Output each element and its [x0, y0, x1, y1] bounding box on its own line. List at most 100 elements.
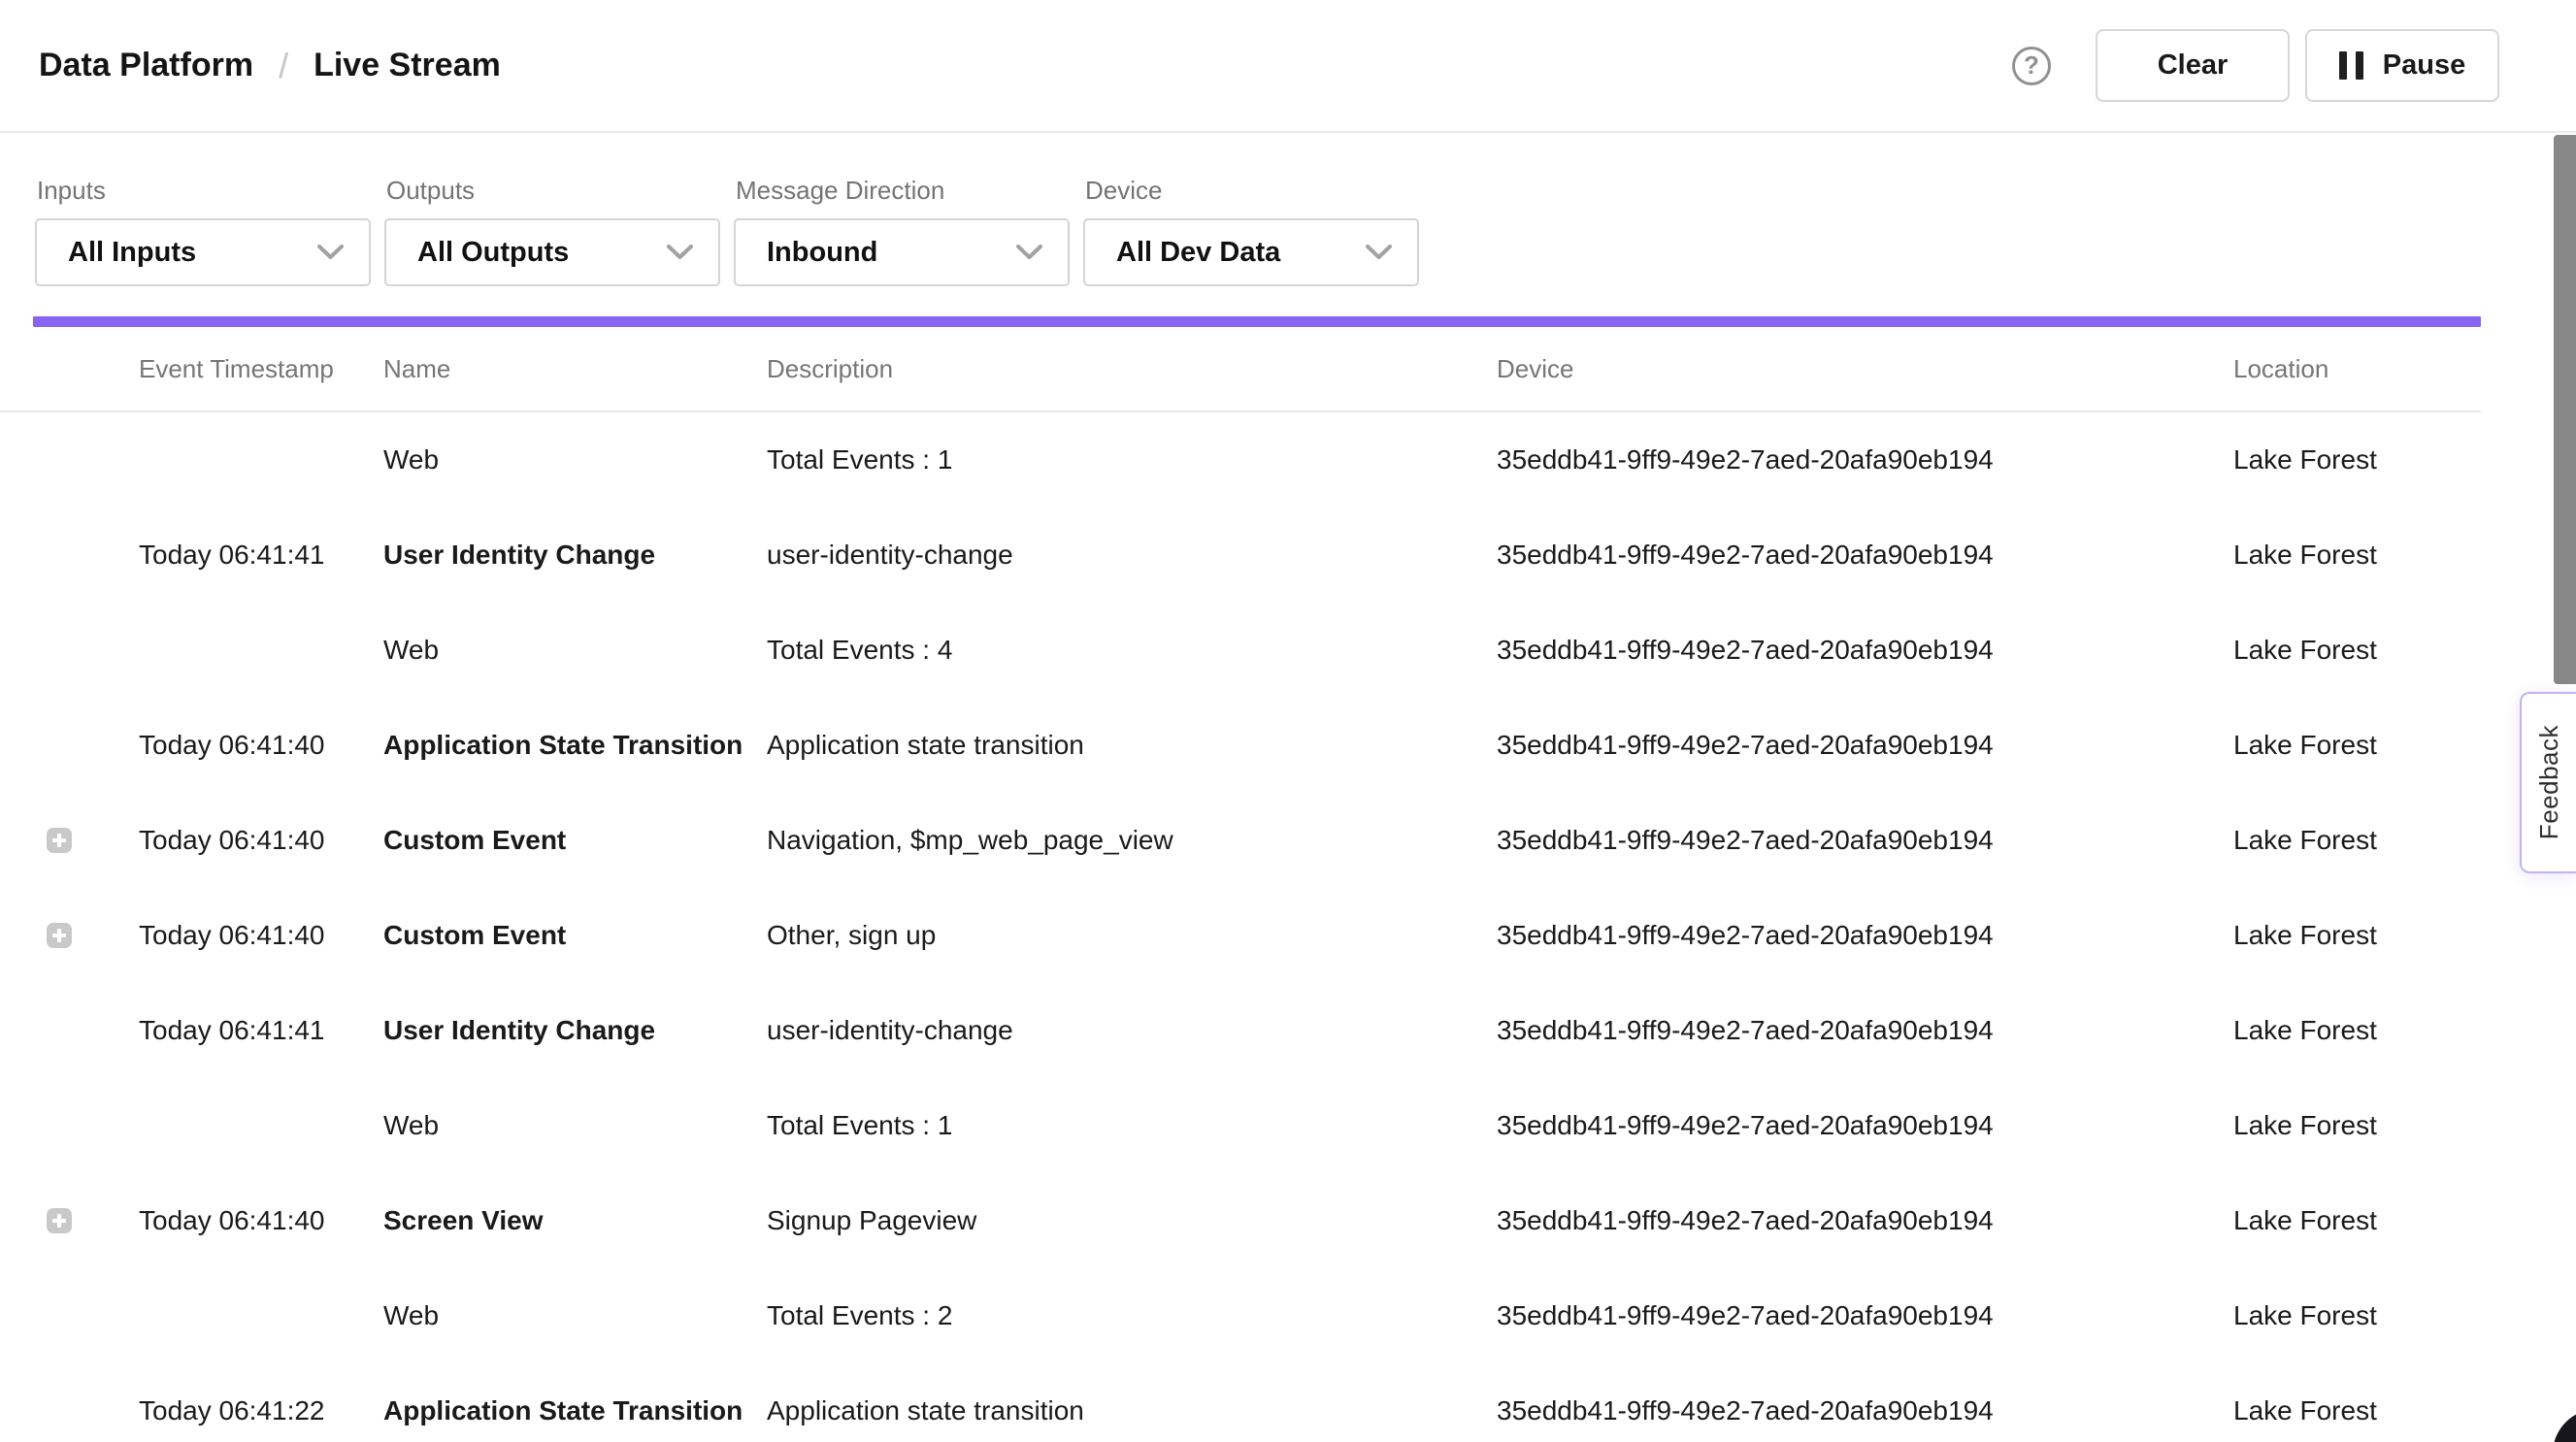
table-row[interactable]: Today 06:41:40 Application State Transit…: [0, 698, 2576, 793]
cell-name: Application State Transition: [383, 1395, 767, 1426]
cell-location: Lake Forest: [2233, 540, 2576, 571]
cell-description: user-identity-change: [767, 1015, 1497, 1046]
message-direction-dropdown-value: Inbound: [767, 237, 877, 269]
filter-bar: Inputs All Inputs Outputs All Outputs Me…: [0, 133, 2576, 286]
filter-device-label: Device: [1085, 176, 1419, 206]
table-row[interactable]: Today 06:41:41 User Identity Change user…: [0, 508, 2576, 603]
cell-device: 35eddb41-9ff9-49e2-7aed-20afa90eb194: [1497, 730, 2233, 761]
cell-location: Lake Forest: [2233, 1205, 2576, 1236]
cell-location: Lake Forest: [2233, 635, 2576, 666]
cell-device: 35eddb41-9ff9-49e2-7aed-20afa90eb194: [1497, 1205, 2233, 1236]
cell-name: Web: [383, 1110, 767, 1141]
filter-inputs: Inputs All Inputs: [35, 176, 371, 286]
device-dropdown[interactable]: All Dev Data: [1083, 218, 1419, 286]
pause-icon: [2339, 51, 2363, 80]
cell-name: User Identity Change: [383, 540, 767, 571]
table-row[interactable]: Today 06:41:40 Custom Event Other, sign …: [0, 888, 2576, 983]
expand-plus-icon[interactable]: [47, 828, 72, 853]
cell-name: Web: [383, 635, 767, 666]
cell-description: Total Events : 4: [767, 635, 1497, 666]
feedback-tab-label: Feedback: [2534, 725, 2564, 839]
filter-outputs-label: Outputs: [386, 176, 720, 206]
cell-event-timestamp: Today 06:41:40: [139, 825, 383, 856]
cell-event-timestamp: Today 06:41:41: [139, 540, 383, 571]
cell-location: Lake Forest: [2233, 1300, 2576, 1331]
table-row[interactable]: Today 06:41:40 Screen View Signup Pagevi…: [0, 1173, 2576, 1268]
filter-message-direction-label: Message Direction: [736, 176, 1070, 206]
pause-button-label: Pause: [2383, 49, 2465, 82]
expand-plus-icon[interactable]: [47, 923, 72, 948]
live-stream-page: Data Platform / Live Stream ? Clear Paus…: [0, 0, 2576, 1442]
cell-device: 35eddb41-9ff9-49e2-7aed-20afa90eb194: [1497, 444, 2233, 475]
table-row[interactable]: Web Total Events : 4 35eddb41-9ff9-49e2-…: [0, 603, 2576, 698]
outputs-dropdown[interactable]: All Outputs: [384, 218, 720, 286]
message-direction-dropdown[interactable]: Inbound: [734, 218, 1070, 286]
cell-device: 35eddb41-9ff9-49e2-7aed-20afa90eb194: [1497, 920, 2233, 951]
chevron-down-icon: [317, 245, 344, 260]
table-row[interactable]: Web Total Events : 2 35eddb41-9ff9-49e2-…: [0, 1268, 2576, 1363]
column-header-device: Device: [1497, 354, 2233, 384]
cell-name: Application State Transition: [383, 730, 767, 761]
cell-description: Navigation, $mp_web_page_view: [767, 825, 1497, 856]
cell-description: Signup Pageview: [767, 1205, 1497, 1236]
cell-name: Web: [383, 444, 767, 475]
vertical-scrollbar-thumb[interactable]: [2554, 135, 2576, 684]
live-stream-progress-bar: [33, 316, 2481, 327]
breadcrumb-section[interactable]: Data Platform: [39, 47, 253, 84]
cell-description: Total Events : 2: [767, 1300, 1497, 1331]
outputs-dropdown-value: All Outputs: [417, 237, 569, 269]
filter-device: Device All Dev Data: [1083, 176, 1419, 286]
chevron-down-icon: [1016, 245, 1042, 260]
cell-location: Lake Forest: [2233, 920, 2576, 951]
column-header-description: Description: [767, 354, 1497, 384]
cell-event-timestamp: Today 06:41:22: [139, 1395, 383, 1426]
cell-device: 35eddb41-9ff9-49e2-7aed-20afa90eb194: [1497, 1300, 2233, 1331]
cell-name: Custom Event: [383, 920, 767, 951]
cell-device: 35eddb41-9ff9-49e2-7aed-20afa90eb194: [1497, 635, 2233, 666]
clear-button-label: Clear: [2158, 49, 2229, 82]
cell-description: Application state transition: [767, 730, 1497, 761]
filter-message-direction: Message Direction Inbound: [734, 176, 1070, 286]
cell-location: Lake Forest: [2233, 444, 2576, 475]
breadcrumb-separator-icon: /: [279, 46, 288, 86]
column-header-name: Name: [383, 354, 767, 384]
table-body: Web Total Events : 1 35eddb41-9ff9-49e2-…: [0, 412, 2576, 1442]
table-header-row: Event Timestamp Name Description Device …: [0, 327, 2481, 412]
cell-description: Application state transition: [767, 1395, 1497, 1426]
cell-device: 35eddb41-9ff9-49e2-7aed-20afa90eb194: [1497, 540, 2233, 571]
feedback-tab[interactable]: Feedback: [2520, 692, 2576, 873]
cell-device: 35eddb41-9ff9-49e2-7aed-20afa90eb194: [1497, 825, 2233, 856]
table-row[interactable]: Today 06:41:22 Application State Transit…: [0, 1363, 2576, 1442]
filter-outputs: Outputs All Outputs: [384, 176, 720, 286]
table-row[interactable]: Today 06:41:41 User Identity Change user…: [0, 983, 2576, 1078]
cell-event-timestamp: Today 06:41:41: [139, 1015, 383, 1046]
cell-name: Custom Event: [383, 825, 767, 856]
cell-name: Web: [383, 1300, 767, 1331]
column-header-event-timestamp: Event Timestamp: [139, 354, 383, 384]
clear-button[interactable]: Clear: [2096, 29, 2290, 102]
event-table: Event Timestamp Name Description Device …: [0, 327, 2576, 1442]
cell-location: Lake Forest: [2233, 1015, 2576, 1046]
cell-location: Lake Forest: [2233, 1395, 2576, 1426]
column-header-location: Location: [2233, 354, 2481, 384]
topbar-actions: ? Clear Pause: [2012, 29, 2499, 102]
inputs-dropdown-value: All Inputs: [68, 237, 196, 269]
topbar: Data Platform / Live Stream ? Clear Paus…: [0, 0, 2576, 133]
cell-device: 35eddb41-9ff9-49e2-7aed-20afa90eb194: [1497, 1110, 2233, 1141]
table-row[interactable]: Today 06:41:40 Custom Event Navigation, …: [0, 793, 2576, 888]
cell-name: User Identity Change: [383, 1015, 767, 1046]
cell-event-timestamp: Today 06:41:40: [139, 1205, 383, 1236]
table-row[interactable]: Web Total Events : 1 35eddb41-9ff9-49e2-…: [0, 1078, 2576, 1173]
chevron-down-icon: [667, 245, 693, 260]
breadcrumb: Data Platform / Live Stream: [39, 46, 501, 86]
table-row[interactable]: Web Total Events : 1 35eddb41-9ff9-49e2-…: [0, 412, 2576, 508]
page-title: Live Stream: [314, 47, 501, 84]
cell-description: user-identity-change: [767, 540, 1497, 571]
pause-button[interactable]: Pause: [2305, 29, 2499, 102]
expand-plus-icon[interactable]: [47, 1208, 72, 1233]
cell-description: Total Events : 1: [767, 1110, 1497, 1141]
cell-device: 35eddb41-9ff9-49e2-7aed-20afa90eb194: [1497, 1395, 2233, 1426]
inputs-dropdown[interactable]: All Inputs: [35, 218, 371, 286]
device-dropdown-value: All Dev Data: [1116, 237, 1280, 269]
help-icon[interactable]: ?: [2012, 47, 2051, 85]
